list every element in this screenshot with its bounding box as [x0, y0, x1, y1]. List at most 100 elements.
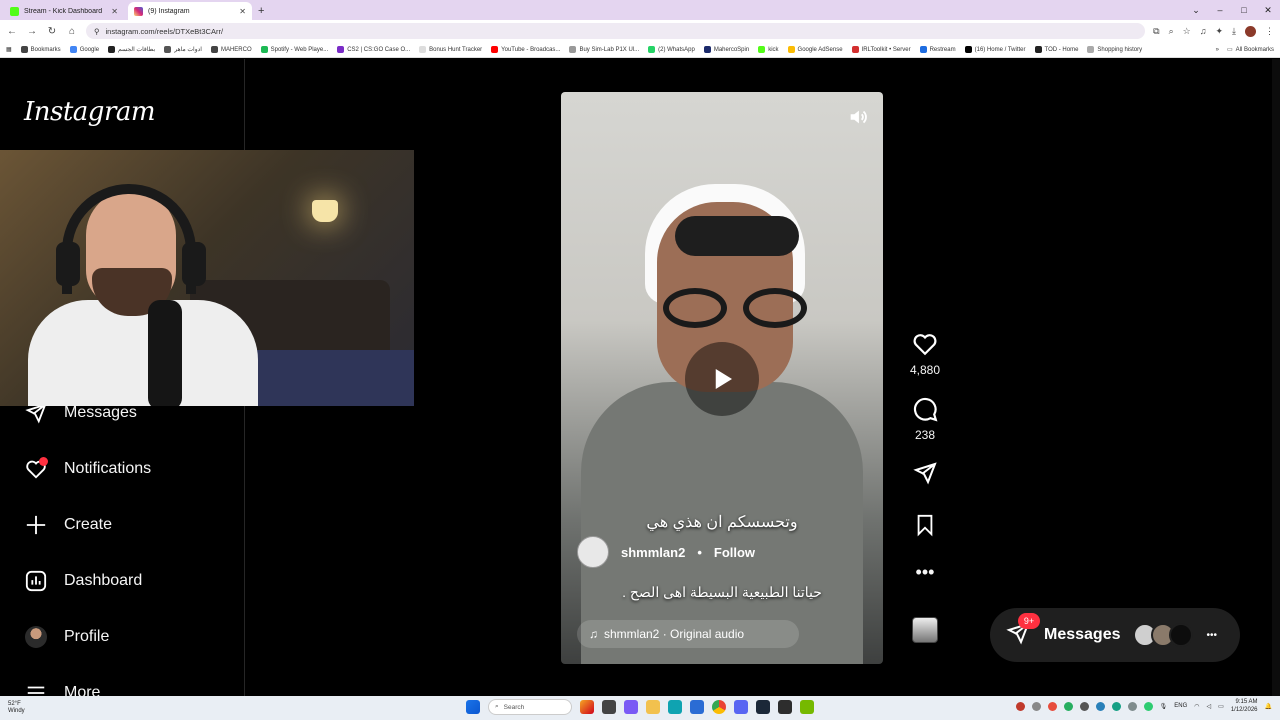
home-icon[interactable]: ⌂: [66, 26, 78, 37]
bookmarks-overflow-button[interactable]: »: [1216, 47, 1219, 53]
tray-app-icon[interactable]: [1063, 701, 1073, 711]
bookmark-item[interactable]: IRLToolkit • Server: [851, 46, 911, 53]
bookmark-item[interactable]: Restream: [919, 46, 956, 53]
file-explorer-icon[interactable]: [646, 700, 660, 714]
bookmark-item[interactable]: (2) WhatsApp: [648, 46, 695, 53]
forward-icon[interactable]: →: [26, 26, 38, 37]
more-dots-icon[interactable]: •••: [1207, 630, 1218, 641]
instagram-logo[interactable]: Instagram: [24, 97, 156, 127]
bookmark-item[interactable]: Buy Sim-Lab P1X Ul...: [569, 46, 639, 53]
contact-avatar[interactable]: [1168, 623, 1193, 647]
bookmark-item[interactable]: Bonus Hunt Tracker: [419, 46, 482, 53]
bookmark-item[interactable]: (16) Home / Twitter: [964, 46, 1026, 53]
tray-app-icon[interactable]: [1111, 701, 1121, 711]
tab-search-icon[interactable]: ⌄: [1184, 0, 1208, 20]
install-app-icon[interactable]: ⧉: [1153, 26, 1159, 37]
follow-button[interactable]: Follow: [714, 545, 755, 560]
zoom-icon[interactable]: ⌕: [1169, 26, 1174, 37]
messages-pill[interactable]: 9+ Messages •••: [990, 608, 1240, 662]
minimize-button[interactable]: –: [1208, 0, 1232, 20]
bookmark-item[interactable]: YouTube - Broadcas...: [491, 46, 560, 53]
close-icon[interactable]: ✕: [239, 7, 246, 16]
tray-app-icon[interactable]: [1127, 701, 1137, 711]
bookmark-item[interactable]: MAHERCO: [210, 46, 252, 53]
bookmark-item[interactable]: Spotify - Web Playe...: [260, 46, 328, 53]
tray-app-icon[interactable]: [1047, 701, 1057, 711]
reel-video[interactable]: وتحسسكم ان هذي هي shmmlan2 • Follow حيات…: [561, 92, 883, 664]
bookmark-item[interactable]: CS2 | CS:GO Case O...: [337, 46, 410, 53]
windows-start-icon[interactable]: [466, 700, 480, 714]
nvidia-icon[interactable]: [800, 700, 814, 714]
reload-icon[interactable]: ↻: [46, 26, 58, 37]
close-icon[interactable]: ✕: [111, 7, 118, 16]
back-icon[interactable]: ←: [6, 26, 18, 37]
comment-action[interactable]: 238: [903, 396, 947, 442]
page-scrollbar[interactable]: [1272, 59, 1280, 696]
play-button[interactable]: [685, 342, 759, 416]
more-options-action[interactable]: •••: [903, 563, 947, 581]
all-bookmarks-button[interactable]: ▭ All Bookmarks: [1227, 46, 1274, 54]
bookmark-item[interactable]: Bookmarks: [20, 46, 61, 53]
bookmark-item[interactable]: kick: [758, 46, 779, 53]
notifications-bell-icon[interactable]: 🔔: [1265, 703, 1272, 710]
tab-instagram[interactable]: (9) Instagram ✕: [128, 2, 252, 20]
chrome-icon[interactable]: [712, 700, 726, 714]
widgets-icon[interactable]: [624, 700, 638, 714]
like-action[interactable]: 4,880: [903, 331, 947, 377]
microphone-icon[interactable]: 🎙: [1160, 703, 1168, 710]
bookmark-item[interactable]: Google: [69, 46, 99, 53]
task-view-icon[interactable]: [602, 700, 616, 714]
tray-app-icon[interactable]: [1015, 701, 1025, 711]
audio-thumbnail[interactable]: [903, 617, 947, 643]
star-bookmark-icon[interactable]: ☆: [1183, 26, 1191, 37]
site-info-icon[interactable]: ⚲: [94, 27, 100, 36]
clock[interactable]: 9:15 AM 1/12/2026: [1231, 698, 1258, 714]
tray-app-icon[interactable]: [1143, 701, 1153, 711]
weather-desc: Windy: [8, 708, 25, 714]
sidebar-item-more[interactable]: More: [24, 681, 100, 696]
sidebar-item-dashboard[interactable]: Dashboard: [24, 569, 142, 593]
bookmark-item[interactable]: بطاقات الجسم: [108, 46, 155, 53]
volume-icon[interactable]: ◁: [1207, 703, 1212, 710]
profile-avatar[interactable]: [1245, 25, 1256, 37]
bookmark-item[interactable]: Google AdSense: [787, 46, 843, 53]
copilot-icon[interactable]: [580, 700, 594, 714]
extensions-icon[interactable]: ✦: [1215, 26, 1223, 37]
language-indicator[interactable]: ENG: [1174, 703, 1187, 709]
menu-icon[interactable]: ⋮: [1265, 26, 1274, 37]
address-bar[interactable]: ⚲ instagram.com/reels/DTXeBt3CArr/: [86, 23, 1146, 39]
tray-app-icon[interactable]: [1095, 701, 1105, 711]
battery-icon[interactable]: ▭: [1218, 703, 1224, 710]
media-icon[interactable]: ♫: [1200, 26, 1207, 36]
bookmark-item[interactable]: TOD - Home: [1034, 46, 1078, 53]
bookmark-item[interactable]: Shopping history: [1087, 46, 1142, 53]
tray-app-icon[interactable]: [1031, 701, 1041, 711]
edge-icon[interactable]: [668, 700, 682, 714]
window-close-button[interactable]: ✕: [1256, 0, 1280, 20]
author-username[interactable]: shmmlan2: [621, 545, 685, 560]
author-avatar[interactable]: [577, 536, 609, 568]
bookmark-item[interactable]: ادوات ماهر: [164, 46, 202, 53]
share-action[interactable]: [903, 461, 947, 485]
weather-widget[interactable]: 52°F Windy: [8, 701, 25, 715]
steam-icon[interactable]: [756, 700, 770, 714]
terminal-icon[interactable]: [778, 700, 792, 714]
sidebar-item-create[interactable]: Create: [24, 513, 112, 537]
tray-app-icon[interactable]: [1079, 701, 1089, 711]
new-tab-button[interactable]: +: [258, 5, 264, 17]
apps-grid-icon[interactable]: ▦: [6, 46, 12, 53]
maximize-button[interactable]: □: [1232, 0, 1256, 20]
downloads-icon[interactable]: ⤓: [1232, 26, 1236, 37]
taskbar-search[interactable]: ⌕ Search: [488, 699, 572, 715]
wifi-icon[interactable]: ◠: [1194, 703, 1199, 710]
sidebar-item-notifications[interactable]: Notifications: [24, 457, 151, 481]
store-icon[interactable]: [690, 700, 704, 714]
tab-kick-dashboard[interactable]: Stream - Kick Dashboard ✕: [4, 2, 124, 20]
bookmark-item[interactable]: MahercoSpin: [703, 46, 749, 53]
sidebar-item-profile[interactable]: Profile: [24, 625, 109, 649]
audio-pill[interactable]: ♫ shmmlan2 · Original audio: [577, 620, 799, 648]
save-action[interactable]: [903, 513, 947, 537]
bookmark-label: Restream: [929, 46, 956, 53]
discord-icon[interactable]: [734, 700, 748, 714]
speaker-icon[interactable]: [847, 106, 869, 128]
